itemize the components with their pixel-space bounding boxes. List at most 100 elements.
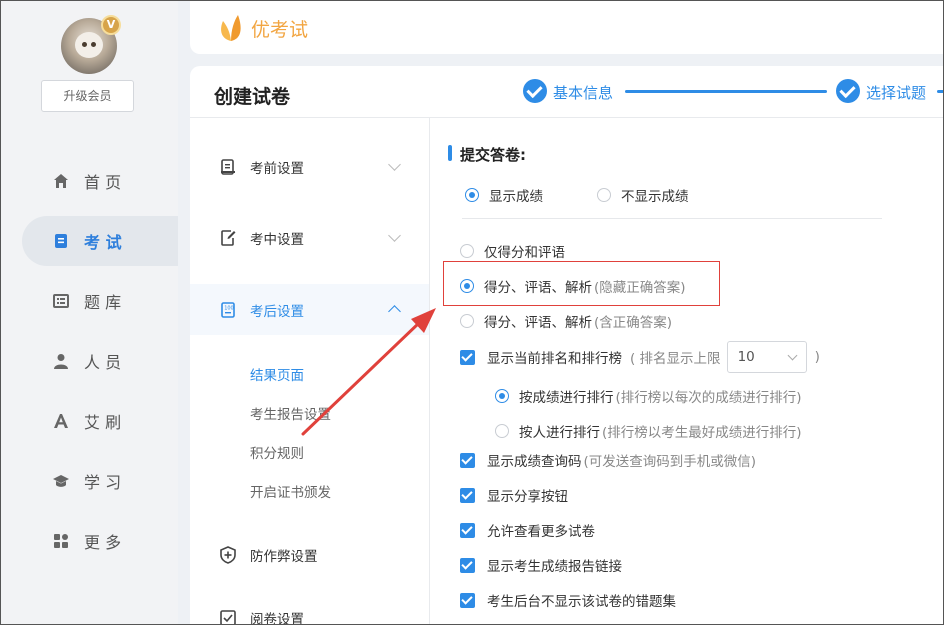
option-label: 显示当前排名和排行榜 [487,351,622,367]
graduation-cap-icon [52,472,70,490]
section-accent-bar [448,145,452,161]
nav-label: 考 试 [84,233,122,252]
left-navigation: V 升级会员 首 页 考 试 题 库 人 员 艾 刷 学 习 更 多 [0,0,178,625]
nav-item-home[interactable]: 首 页 [22,156,178,206]
radio-rank-by-score[interactable]: 按成绩进行排行 (排行榜以每次的成绩进行排行) [495,386,802,406]
marking-icon [220,610,236,625]
section-title: 提交答卷: [460,146,526,164]
menu-label: 考前设置 [250,161,304,177]
option-label: 显示考生成绩报告链接 [487,559,622,575]
create-paper-card: 创建试卷 基本信息 选择试题 考前设置 考中设置 100 考后设置 结果页面 考… [190,66,944,625]
step-progress: 基本信息 选择试题 [523,79,944,107]
step-done-check-icon [836,79,860,103]
chevron-down-icon [388,229,401,242]
checkbox-checked-icon [460,522,475,538]
score-doc-icon: 100 [221,301,235,318]
menu-label: 阅卷设置 [250,612,304,625]
nav-label: 学 习 [84,473,122,492]
radio-score-comment-analysis-with-answer[interactable]: 得分、评语、解析 (含正确答案) [460,311,672,331]
radio-empty-icon [597,188,611,202]
grid-more-icon [52,532,70,550]
nav-label: 人 员 [84,353,122,372]
option-label: 显示分享按钮 [487,489,568,505]
option-hint: (可发送查询码到手机或微信) [583,454,757,470]
radio-selected-icon [495,389,509,403]
checkbox-score-query-code[interactable]: 显示成绩查询码 (可发送查询码到手机或微信) [460,450,756,470]
subitem-result-page[interactable]: 结果页面 [250,364,304,384]
subitem-points-rules[interactable]: 积分规则 [250,442,304,462]
annotation-highlight-box [443,261,720,306]
radio-score-comment-only[interactable]: 仅得分和评语 [460,241,565,261]
nav-item-people[interactable]: 人 员 [22,336,178,386]
menu-in-exam-settings[interactable]: 考中设置 [190,213,429,263]
checkbox-checked-icon [460,592,475,608]
avatar-eye [82,42,87,47]
ranking-limit-select[interactable]: 10 [726,341,807,373]
step-select-questions[interactable]: 选择试题 [866,82,926,103]
ranking-limit-close: ) [814,349,820,365]
nav-item-learning[interactable]: 学 习 [22,456,178,506]
option-label: 显示成绩查询码 [487,454,582,470]
svg-text:100: 100 [224,305,234,311]
nav-item-aishua[interactable]: 艾 刷 [22,396,178,446]
option-hint: (排行榜以每次的成绩进行排行) [615,390,802,406]
checkbox-show-ranking[interactable]: 显示当前排名和排行榜 ( 排名显示上限 10 ) [460,340,820,374]
edit-doc-icon [221,230,236,246]
nav-item-more[interactable]: 更 多 [22,516,178,566]
nav-label: 艾 刷 [84,413,122,432]
option-label: 仅得分和评语 [484,245,565,261]
question-bank-icon [52,292,70,310]
brand-logo-icon [221,15,241,41]
shield-icon [220,546,236,564]
radio-show-score[interactable]: 显示成绩 [465,185,543,205]
step-done-check-icon [523,79,547,103]
avatar-eye [91,42,96,47]
menu-label: 防作弊设置 [250,549,318,565]
nav-label: 题 库 [84,293,122,312]
radio-empty-icon [460,244,474,258]
person-icon [52,352,70,370]
menu-label: 考后设置 [250,303,304,320]
checkbox-view-more-papers[interactable]: 允许查看更多试卷 [460,520,595,540]
ranking-limit-label: ( 排名显示上限 [630,351,721,367]
radio-empty-icon [460,314,474,328]
upgrade-member-button[interactable]: 升级会员 [41,80,134,112]
menu-post-exam-settings[interactable]: 100 考后设置 [190,284,429,335]
checkbox-share-button[interactable]: 显示分享按钮 [460,485,568,505]
option-label: 按人进行排行 [519,425,600,441]
option-hint: (排行榜以考生最好成绩进行排行) [602,425,802,441]
brand-name: 优考试 [251,19,309,41]
avatar-face [75,32,103,58]
nav-label: 更 多 [84,533,122,552]
nav-label: 首 页 [84,173,122,192]
radio-hide-score[interactable]: 不显示成绩 [597,185,689,205]
letter-a-icon [52,412,70,430]
chevron-down-icon [388,158,401,171]
chevron-up-icon [388,305,401,318]
vip-badge-icon: V [101,15,121,35]
option-label: 得分、评语、解析 [484,315,592,331]
checkbox-report-link[interactable]: 显示考生成绩报告链接 [460,555,622,575]
nav-item-question-bank[interactable]: 题 库 [22,276,178,326]
home-icon [52,172,70,190]
radio-rank-by-person[interactable]: 按人进行排行 (排行榜以考生最好成绩进行排行) [495,421,802,441]
menu-anti-cheat-settings[interactable]: 防作弊设置 [190,530,429,580]
radio-selected-icon [465,188,479,202]
option-label: 允许查看更多试卷 [487,524,595,540]
page-title: 创建试卷 [214,86,291,108]
select-value: 10 [737,349,755,365]
result-page-settings: 提交答卷: 显示成绩 不显示成绩 仅得分和评语 得分、评语、解析 (隐藏正确答案… [431,118,944,625]
chevron-down-icon [787,350,798,360]
subitem-certificate-issuance[interactable]: 开启证书颁发 [250,481,331,501]
nav-item-exam[interactable]: 考 试 [22,216,178,266]
menu-pre-exam-settings[interactable]: 考前设置 [190,142,429,192]
checkbox-hide-wrong-questions[interactable]: 考生后台不显示该试卷的错题集 [460,590,676,610]
subitem-candidate-report[interactable]: 考生报告设置 [250,403,331,423]
option-label: 考生后台不显示该试卷的错题集 [487,594,676,610]
option-label: 不显示成绩 [621,189,689,205]
menu-marking-settings[interactable]: 阅卷设置 [190,600,429,625]
option-label: 按成绩进行排行 [519,390,614,406]
radio-empty-icon [495,424,509,438]
step-basic-info[interactable]: 基本信息 [553,82,613,103]
option-label: 显示成绩 [489,189,543,205]
